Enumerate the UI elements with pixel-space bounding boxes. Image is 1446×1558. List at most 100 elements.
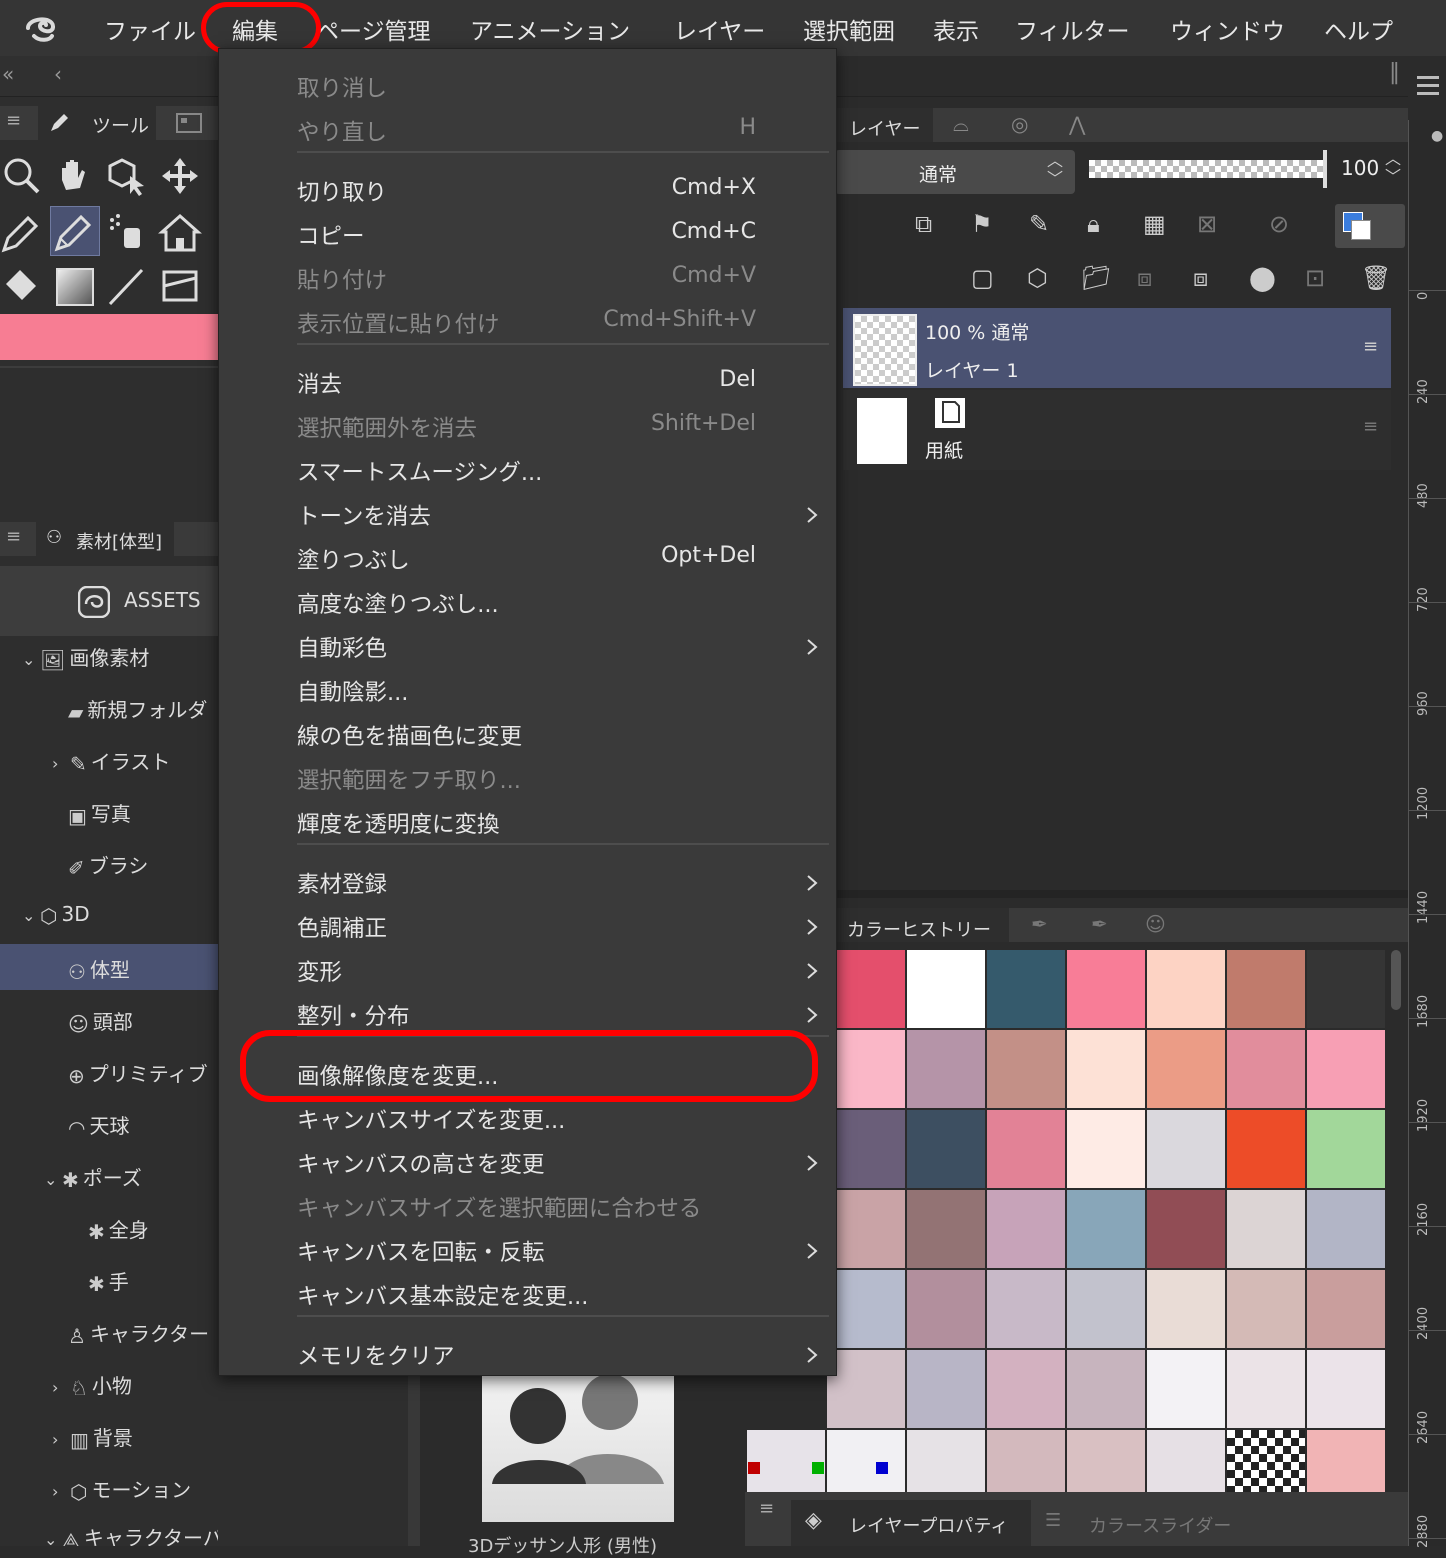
tree-item[interactable]: ⌄ ⬡ 3D xyxy=(22,902,90,928)
color-swatch[interactable] xyxy=(1067,950,1145,1028)
panel-menu-icon[interactable]: ≡ xyxy=(759,1498,774,1519)
tree-item[interactable]: ⚇ 体型 xyxy=(68,954,130,984)
chevron-down-icon[interactable]: ⌄ xyxy=(22,906,36,925)
subview-icon[interactable]: ◎ xyxy=(1011,112,1028,136)
menu-item[interactable]: キャンバスの高さを変更 xyxy=(219,1143,836,1183)
color-swatch[interactable] xyxy=(987,950,1065,1028)
chevron-down-icon[interactable]: ⌄ xyxy=(44,1170,58,1189)
color-swatch[interactable] xyxy=(987,1270,1065,1348)
lock-transparent-icon[interactable]: ▦ xyxy=(1143,210,1166,238)
menu-animation[interactable]: アニメーション xyxy=(470,12,630,46)
menu-item[interactable]: トーンを消去 xyxy=(219,495,836,535)
color-swatch[interactable] xyxy=(987,1190,1065,1268)
color-swatch[interactable] xyxy=(907,1030,985,1108)
color-swatch[interactable] xyxy=(1227,1270,1305,1348)
color-swatch[interactable] xyxy=(1307,1190,1385,1268)
color-swatch[interactable] xyxy=(907,1270,985,1348)
color-swatch[interactable] xyxy=(827,1270,905,1348)
line-icon[interactable] xyxy=(104,264,148,308)
tab-layer-property[interactable]: ◈ レイヤープロパティ xyxy=(791,1500,1031,1546)
menu-item[interactable]: 自動彩色 xyxy=(219,627,836,667)
color-swatch[interactable] xyxy=(1147,1030,1225,1108)
tree-item[interactable]: ▣ 写真 xyxy=(68,798,131,828)
menu-filter[interactable]: フィルター xyxy=(1015,12,1130,46)
menu-item[interactable]: 色調補正 xyxy=(219,907,836,947)
reference-icon[interactable]: ⚑ xyxy=(971,210,993,238)
panel-menu-icon[interactable]: ≡ xyxy=(6,110,21,131)
color-swatch[interactable] xyxy=(907,1190,985,1268)
menu-item[interactable]: 選択範囲外を消去 Shift+Del xyxy=(219,407,836,447)
tab-color-slider[interactable]: カラースライダー xyxy=(1089,1512,1231,1538)
ruler-icon[interactable] xyxy=(158,264,202,308)
layer-row-paper[interactable]: 用紙 ≡ xyxy=(843,390,1391,470)
color-swatch[interactable] xyxy=(1307,1110,1385,1188)
color-swatch[interactable] xyxy=(827,1110,905,1188)
menu-item[interactable]: キャンバスサイズを選択範囲に合わせる xyxy=(219,1187,836,1227)
menu-item[interactable]: 切り取り Cmd+X xyxy=(219,171,836,211)
color-swatch[interactable] xyxy=(987,1030,1065,1108)
panel-menu-icon[interactable]: ≡ xyxy=(6,526,21,547)
drag-handle-icon[interactable]: ≡ xyxy=(1363,336,1378,357)
new-raster-layer-icon[interactable]: ▢ xyxy=(971,264,994,292)
merge-icon[interactable]: ⧈ xyxy=(1193,264,1208,292)
color-swatch[interactable] xyxy=(1147,1270,1225,1348)
gradient-icon[interactable] xyxy=(56,268,94,306)
color-swatch[interactable] xyxy=(1307,1030,1385,1108)
brush-density-icon[interactable]: ✒ xyxy=(1091,912,1108,936)
tree-item[interactable]: › ✎ イラスト xyxy=(52,746,170,776)
tab-assets[interactable]: ⚇ 素材[体型] xyxy=(36,522,174,556)
preview-thumbnail[interactable] xyxy=(482,1374,674,1522)
tree-item[interactable]: › ♘ 小物 xyxy=(52,1370,132,1400)
search-layer-icon[interactable]: ⋀ xyxy=(1069,112,1085,136)
menu-item[interactable]: 貼り付け Cmd+V xyxy=(219,259,836,299)
menu-item[interactable]: キャンバスを回転・反転 xyxy=(219,1231,836,1271)
menu-item[interactable]: 整列・分布 xyxy=(219,995,836,1035)
menu-item[interactable]: 輝度を透明度に変換 xyxy=(219,803,836,843)
ruler-link-icon[interactable]: ⊘ xyxy=(1269,210,1289,238)
brush-color-bar[interactable] xyxy=(0,314,218,360)
menu-item[interactable]: 塗りつぶし Opt+Del xyxy=(219,539,836,579)
move-icon[interactable] xyxy=(158,154,202,198)
lock-icon[interactable]: 🔒︎ xyxy=(1087,210,1100,238)
menu-item[interactable]: スマートスムージング... xyxy=(219,451,836,491)
menu-item[interactable]: 消去 Del xyxy=(219,363,836,403)
opacity-slider-handle[interactable] xyxy=(1323,150,1327,188)
menu-item[interactable]: キャンバスサイズを変更... xyxy=(219,1099,836,1139)
menu-item[interactable]: 表示位置に貼り付け Cmd+Shift+V xyxy=(219,303,836,343)
new-vector-layer-icon[interactable]: ⬡ xyxy=(1027,264,1048,292)
opacity-stepper-icon[interactable]: ︿ ﹀ xyxy=(1385,150,1401,186)
panel-grip-icon[interactable]: ‖ xyxy=(1389,60,1400,85)
chevron-right-icon[interactable]: › xyxy=(52,1430,66,1449)
color-swatch[interactable] xyxy=(1147,1350,1225,1428)
chevron-right-icon[interactable]: › xyxy=(52,754,66,773)
menu-page-management[interactable]: ページ管理 xyxy=(316,12,431,46)
menu-selection[interactable]: 選択範囲 xyxy=(803,12,895,46)
color-swatch[interactable] xyxy=(907,950,985,1028)
menu-item[interactable]: コピー Cmd+C xyxy=(219,215,836,255)
color-swatch[interactable] xyxy=(1067,1030,1145,1108)
color-swatch[interactable] xyxy=(1227,1350,1305,1428)
color-swatch[interactable] xyxy=(1067,1110,1145,1188)
tree-scrollbar[interactable] xyxy=(408,1374,420,1546)
chevron-right-icon[interactable]: › xyxy=(52,1482,66,1501)
tree-item[interactable]: ✱ 全身 xyxy=(88,1214,149,1244)
new-folder-icon[interactable]: 📁︎ xyxy=(1081,264,1111,292)
color-swatch[interactable] xyxy=(827,950,905,1028)
hand-icon[interactable] xyxy=(52,154,96,198)
apply-mask-icon[interactable]: ⊡ xyxy=(1305,264,1325,292)
airbrush-icon[interactable] xyxy=(104,210,148,254)
color-swatch[interactable] xyxy=(1227,1190,1305,1268)
menu-file[interactable]: ファイル xyxy=(104,12,196,46)
mask-add-icon[interactable]: ⬤ xyxy=(1249,264,1276,292)
pencil-tool-selected[interactable] xyxy=(50,206,100,256)
color-swatch[interactable] xyxy=(1147,1110,1225,1188)
layer-row-1[interactable]: 100 % 通常 レイヤー 1 ≡ xyxy=(843,308,1391,388)
tree-item[interactable]: ⌄ 🖼︎ 画像素材 xyxy=(22,642,149,672)
drag-handle-icon[interactable]: ≡ xyxy=(1363,416,1378,437)
pen-tool-icon[interactable] xyxy=(0,210,44,254)
tree-item[interactable]: ♙ キャラクター xyxy=(68,1318,209,1348)
color-swatch[interactable] xyxy=(827,1030,905,1108)
tree-item[interactable]: ⌄ ✱ ポーズ xyxy=(44,1162,142,1192)
color-swatch[interactable] xyxy=(1147,950,1225,1028)
brush-size-icon[interactable]: ✒ xyxy=(1031,912,1048,936)
